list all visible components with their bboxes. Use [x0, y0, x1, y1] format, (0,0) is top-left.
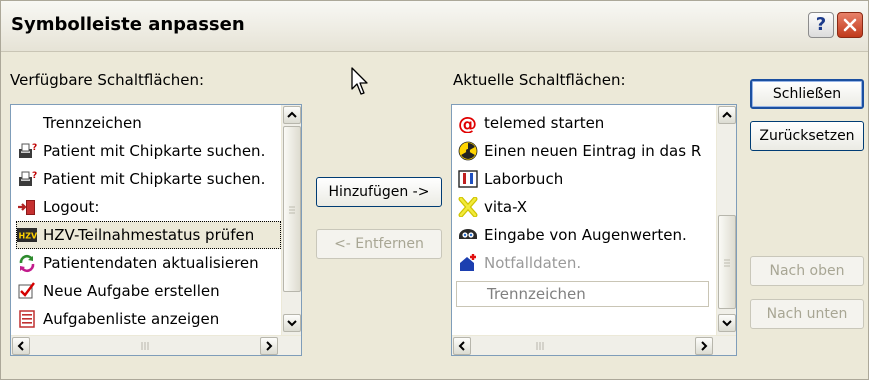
grip-icon — [724, 259, 730, 267]
chevron-up-icon — [722, 111, 732, 118]
scroll-up-button[interactable] — [718, 106, 736, 124]
current-item-separator[interactable]: Trennzeichen — [456, 281, 709, 307]
scroll-right-button[interactable] — [260, 337, 278, 355]
chevron-right-icon — [701, 341, 708, 351]
scroll-thumb[interactable] — [283, 126, 301, 292]
radiation-icon — [458, 141, 478, 161]
close-x-icon — [843, 18, 857, 32]
current-item-label: Laborbuch — [484, 170, 564, 188]
available-item-label: Aufgabenliste anzeigen — [43, 310, 220, 328]
available-item[interactable]: Aufgabenliste anzeigen — [17, 305, 219, 333]
current-item[interactable]: Eingabe von Augenwerten. — [458, 221, 687, 249]
available-buttons-label: Verfügbare Schaltflächen: — [10, 71, 204, 89]
current-vertical-scrollbar[interactable] — [716, 105, 736, 335]
chevron-down-icon — [722, 320, 732, 327]
current-item-label: vita-X — [484, 198, 528, 216]
close-button[interactable]: Schließen — [750, 79, 864, 109]
svg-text:?: ? — [32, 171, 37, 181]
svg-text:?: ? — [32, 143, 37, 153]
scroll-thumb[interactable] — [718, 215, 736, 309]
reset-button-label: Zurücksetzen — [759, 128, 855, 144]
emergency-icon — [458, 253, 478, 273]
title-bar[interactable]: Symbolleiste anpassen ? — [1, 1, 868, 52]
available-item-label: Logout: — [43, 198, 100, 216]
current-item[interactable]: Notfalldaten. — [458, 249, 581, 277]
card-reader-icon: ? — [17, 141, 37, 161]
current-horizontal-scrollbar[interactable] — [452, 335, 736, 355]
grip-icon — [289, 206, 295, 214]
task-list-icon — [17, 309, 37, 329]
lab-book-icon — [458, 169, 478, 189]
reset-button[interactable]: Zurücksetzen — [750, 121, 864, 151]
available-item-label: Neue Aufgabe erstellen — [43, 282, 220, 300]
current-buttons-label: Aktuelle Schaltflächen: — [453, 71, 626, 89]
current-item[interactable]: Laborbuch — [458, 165, 563, 193]
checkbox-icon — [17, 281, 37, 301]
chevron-up-icon — [287, 111, 297, 118]
available-horizontal-scrollbar[interactable] — [11, 335, 301, 355]
current-item-label: telemed starten — [484, 114, 605, 132]
current-label-text: Aktuelle Schaltflächen: — [453, 71, 626, 89]
scroll-left-button[interactable] — [12, 337, 30, 355]
available-item-label: Patient mit Chipkarte suchen. — [43, 170, 266, 188]
hzv-icon: HZV — [17, 225, 38, 245]
available-vertical-scrollbar[interactable] — [281, 105, 301, 335]
move-up-button[interactable]: Nach oben — [750, 256, 864, 286]
current-buttons-list[interactable]: @ telemed starten Einen neuen Eintrag in… — [451, 104, 737, 356]
current-item-label: Eingabe von Augenwerten. — [484, 226, 687, 244]
current-item[interactable]: @ telemed starten — [458, 109, 604, 137]
mouse-pointer-icon — [351, 67, 368, 95]
scroll-down-button[interactable] — [283, 314, 301, 332]
current-item-label: Notfalldaten. — [484, 254, 582, 272]
available-item-selected[interactable]: HZV HZV-Teilnahmestatus prüfen — [16, 221, 281, 249]
chevron-left-icon — [458, 341, 465, 351]
available-item[interactable]: Patientendaten aktualisieren — [17, 249, 259, 277]
refresh-arrows-icon — [17, 253, 37, 273]
blank-icon — [17, 113, 37, 133]
help-button[interactable]: ? — [808, 12, 834, 38]
grip-icon — [141, 342, 149, 350]
move-down-button[interactable]: Nach unten — [750, 299, 864, 329]
scroll-down-button[interactable] — [718, 314, 736, 332]
eye-values-icon — [458, 225, 478, 245]
vita-x-icon — [458, 196, 478, 218]
move-up-button-label: Nach oben — [769, 263, 845, 279]
at-sign-icon: @ — [458, 113, 478, 135]
grip-icon — [536, 342, 544, 350]
scroll-left-button[interactable] — [453, 337, 471, 355]
available-item[interactable]: Trennzeichen — [17, 109, 142, 137]
scroll-up-button[interactable] — [283, 106, 301, 124]
logout-door-icon — [17, 197, 37, 217]
customize-toolbar-dialog: Symbolleiste anpassen ? Verfügbare Schal… — [0, 0, 869, 380]
chevron-down-icon — [287, 320, 297, 327]
move-down-button-label: Nach unten — [766, 306, 848, 322]
chevron-left-icon — [17, 341, 24, 351]
available-item[interactable]: Logout: — [17, 193, 99, 221]
available-buttons-list[interactable]: Trennzeichen ? Patient mit Chipkarte suc… — [10, 104, 302, 356]
available-item[interactable]: ? Patient mit Chipkarte suchen. — [17, 137, 265, 165]
add-button-label: Hinzufügen -> — [328, 184, 430, 200]
close-button-label: Schließen — [772, 86, 842, 102]
card-reader-icon: ? — [17, 169, 37, 189]
current-item-label: Einen neuen Eintrag in das R — [484, 142, 702, 160]
available-item-label: Patientendaten aktualisieren — [43, 254, 259, 272]
available-item-label: HZV-Teilnahmestatus prüfen — [43, 226, 255, 244]
available-item-label: Patient mit Chipkarte suchen. — [43, 142, 266, 160]
available-label-text: Verfügbare Schaltflächen: — [10, 71, 205, 89]
available-item[interactable]: Neue Aufgabe erstellen — [17, 277, 220, 305]
available-item-label: Trennzeichen — [43, 114, 142, 132]
dialog-title: Symbolleiste anpassen — [11, 14, 245, 35]
svg-text:HZV: HZV — [19, 232, 38, 241]
available-item[interactable]: ? Patient mit Chipkarte suchen. — [17, 165, 265, 193]
current-item-label: Trennzeichen — [487, 285, 586, 303]
svg-text:@: @ — [458, 113, 477, 133]
add-button[interactable]: Hinzufügen -> — [316, 177, 442, 207]
close-window-button[interactable] — [837, 12, 863, 38]
remove-button-label: <- Entfernen — [334, 236, 424, 252]
chevron-right-icon — [266, 341, 273, 351]
remove-button[interactable]: <- Entfernen — [316, 229, 442, 259]
current-item[interactable]: Einen neuen Eintrag in das R — [458, 137, 701, 165]
current-item[interactable]: vita-X — [458, 193, 527, 221]
scroll-right-button[interactable] — [695, 337, 713, 355]
